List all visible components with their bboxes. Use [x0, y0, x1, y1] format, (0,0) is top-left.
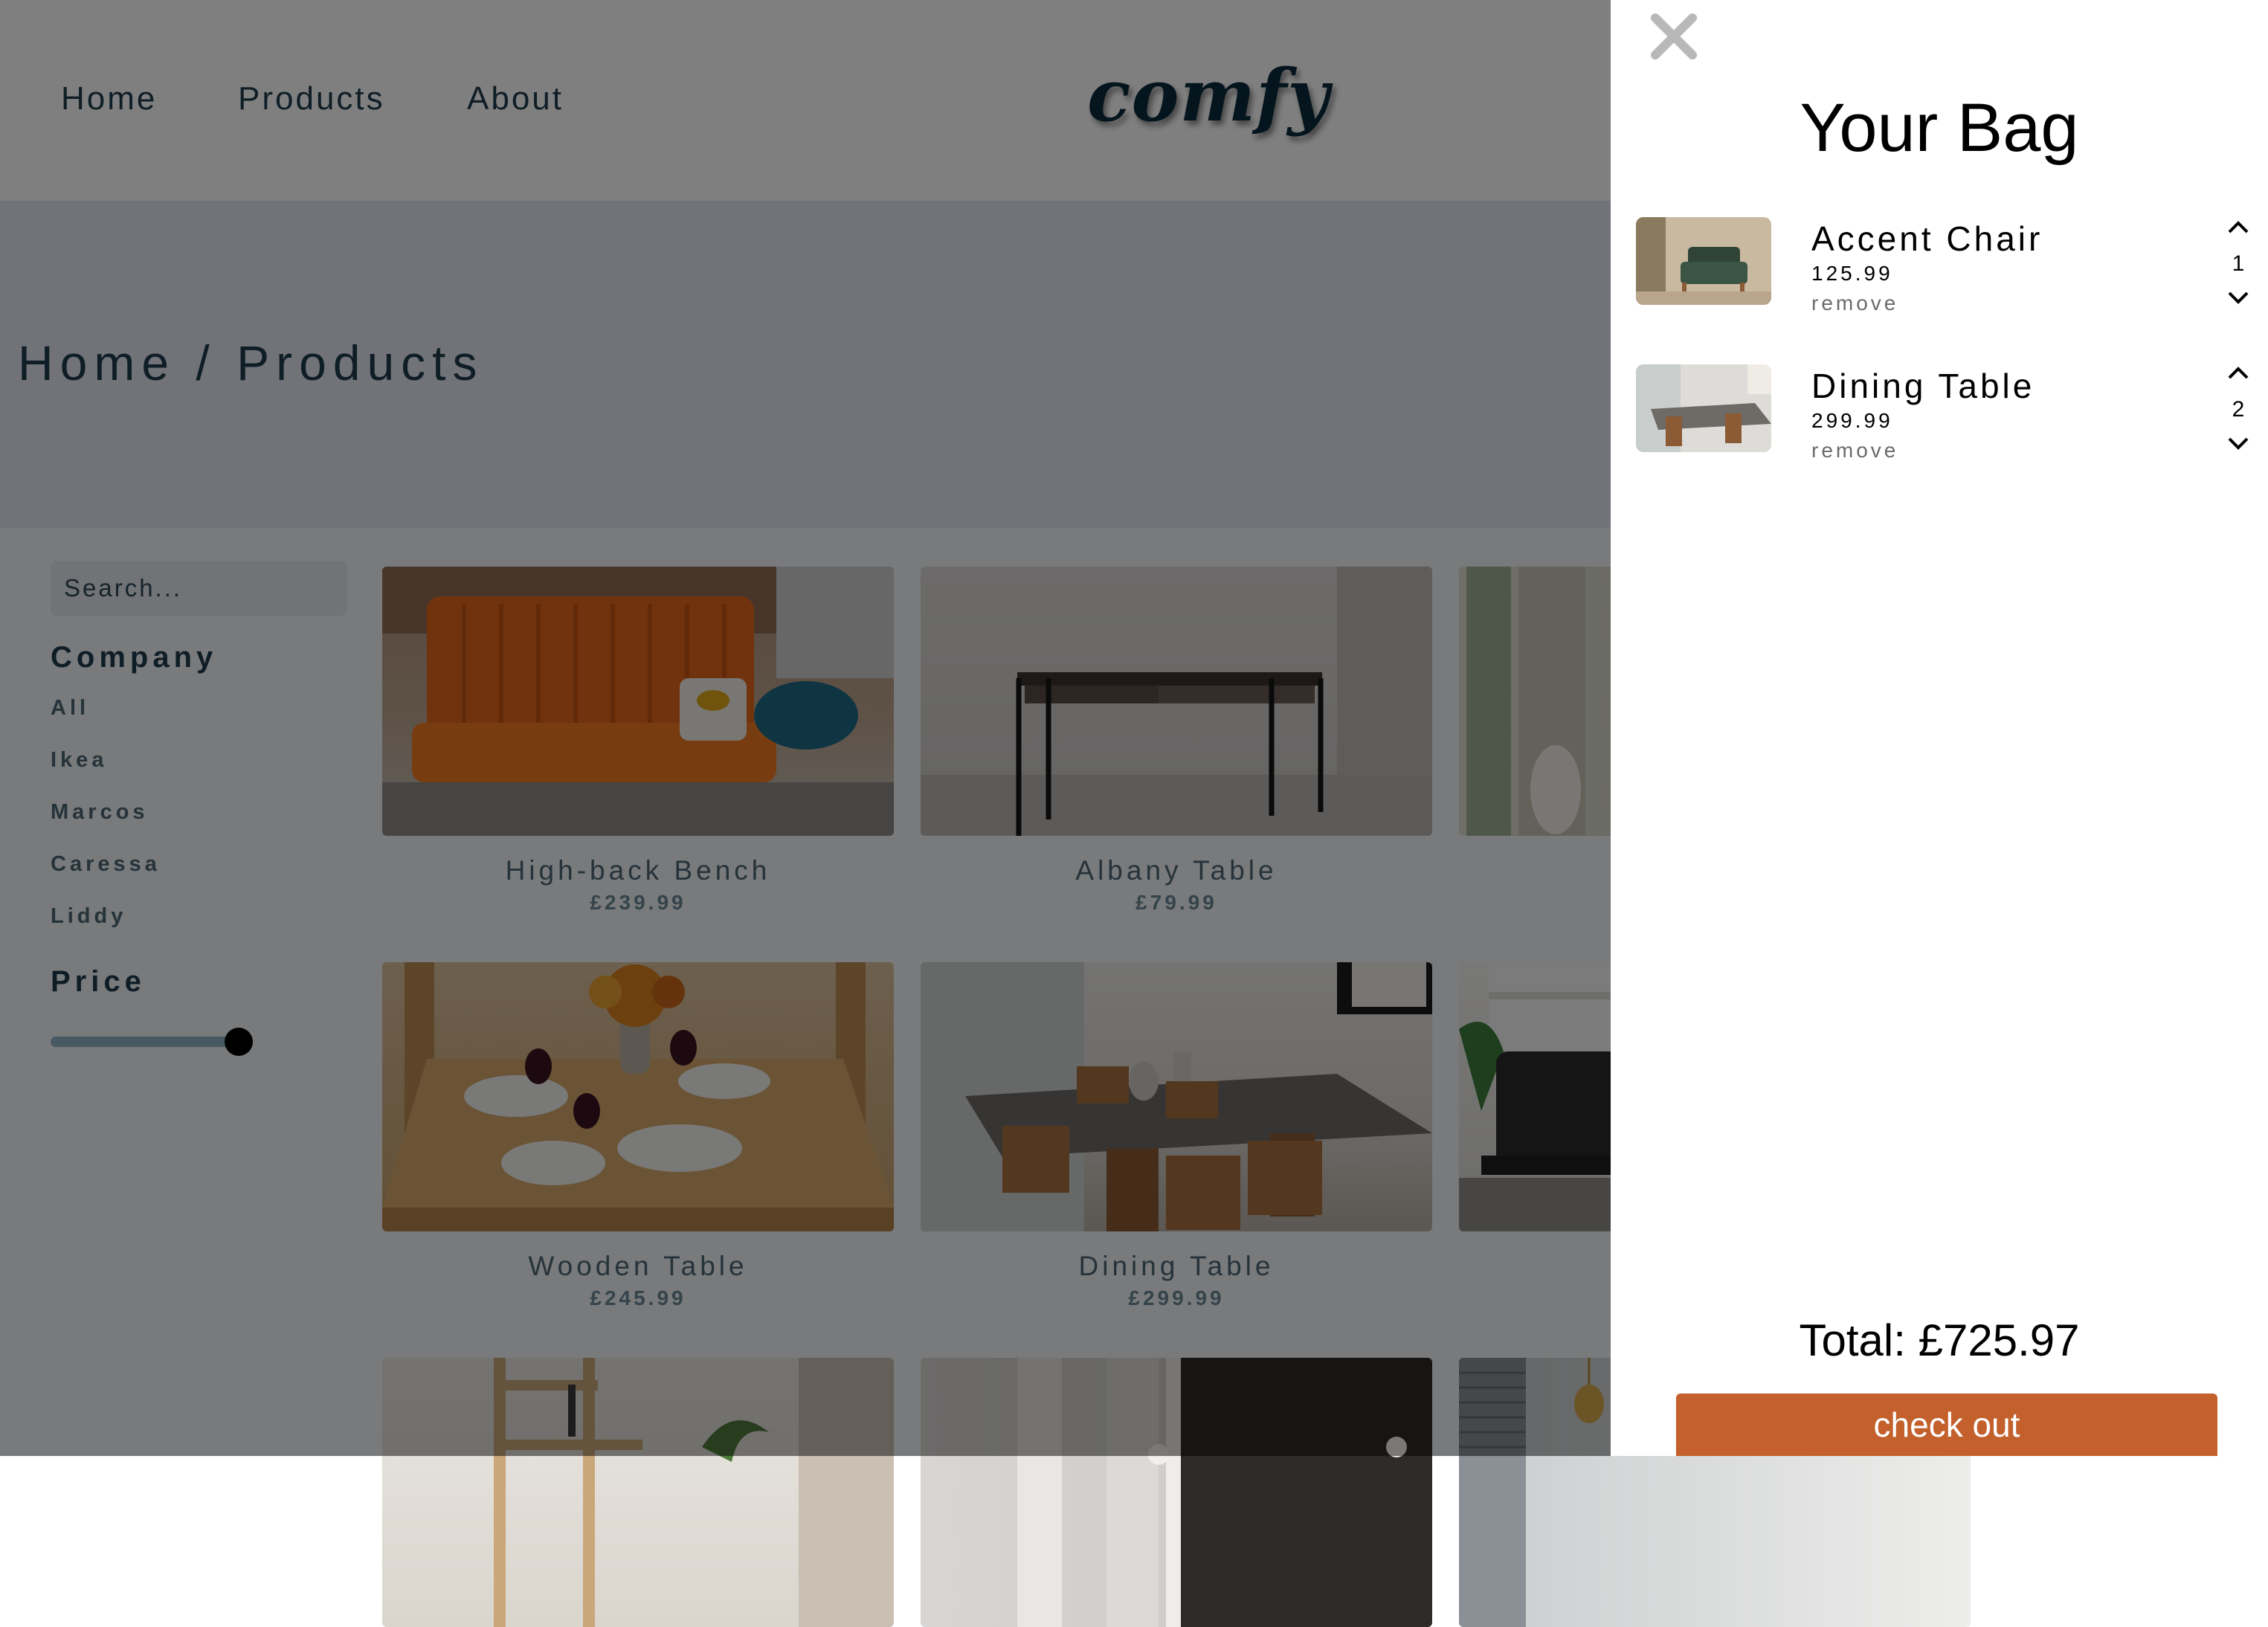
checkout-button[interactable]: check out [1676, 1394, 2217, 1456]
cart-item-price: 299.99 [1811, 409, 1893, 432]
cart-title: Your Bag [1800, 90, 2079, 166]
cart-item-price: 125.99 [1811, 262, 1893, 285]
cart-panel: Your Bag Accent Chair 125.99 remove 1 Di… [1611, 0, 2268, 1456]
decrease-quantity-icon[interactable] [2225, 289, 2252, 306]
cart-item-image [1636, 364, 1771, 452]
increase-quantity-icon[interactable] [2225, 219, 2252, 236]
cart-item-image [1636, 217, 1771, 305]
quantity-count: 1 [2232, 251, 2245, 276]
cart-total: Total: £725.97 [1799, 1315, 2080, 1365]
cart-item: Accent Chair 125.99 remove [1636, 217, 2246, 315]
decrease-quantity-icon[interactable] [2225, 434, 2252, 452]
cart-backdrop-overlay[interactable] [0, 0, 1611, 1456]
increase-quantity-icon[interactable] [2225, 364, 2252, 382]
remove-item-button[interactable]: remove [1811, 439, 1898, 463]
cart-item: Dining Table 299.99 remove [1636, 364, 2246, 462]
remove-item-button[interactable]: remove [1811, 291, 1898, 315]
cart-item-name: Dining Table [1811, 367, 2035, 405]
cart-item-name: Accent Chair [1811, 219, 2043, 258]
close-icon[interactable] [1648, 10, 1700, 62]
quantity-count: 2 [2232, 397, 2245, 422]
